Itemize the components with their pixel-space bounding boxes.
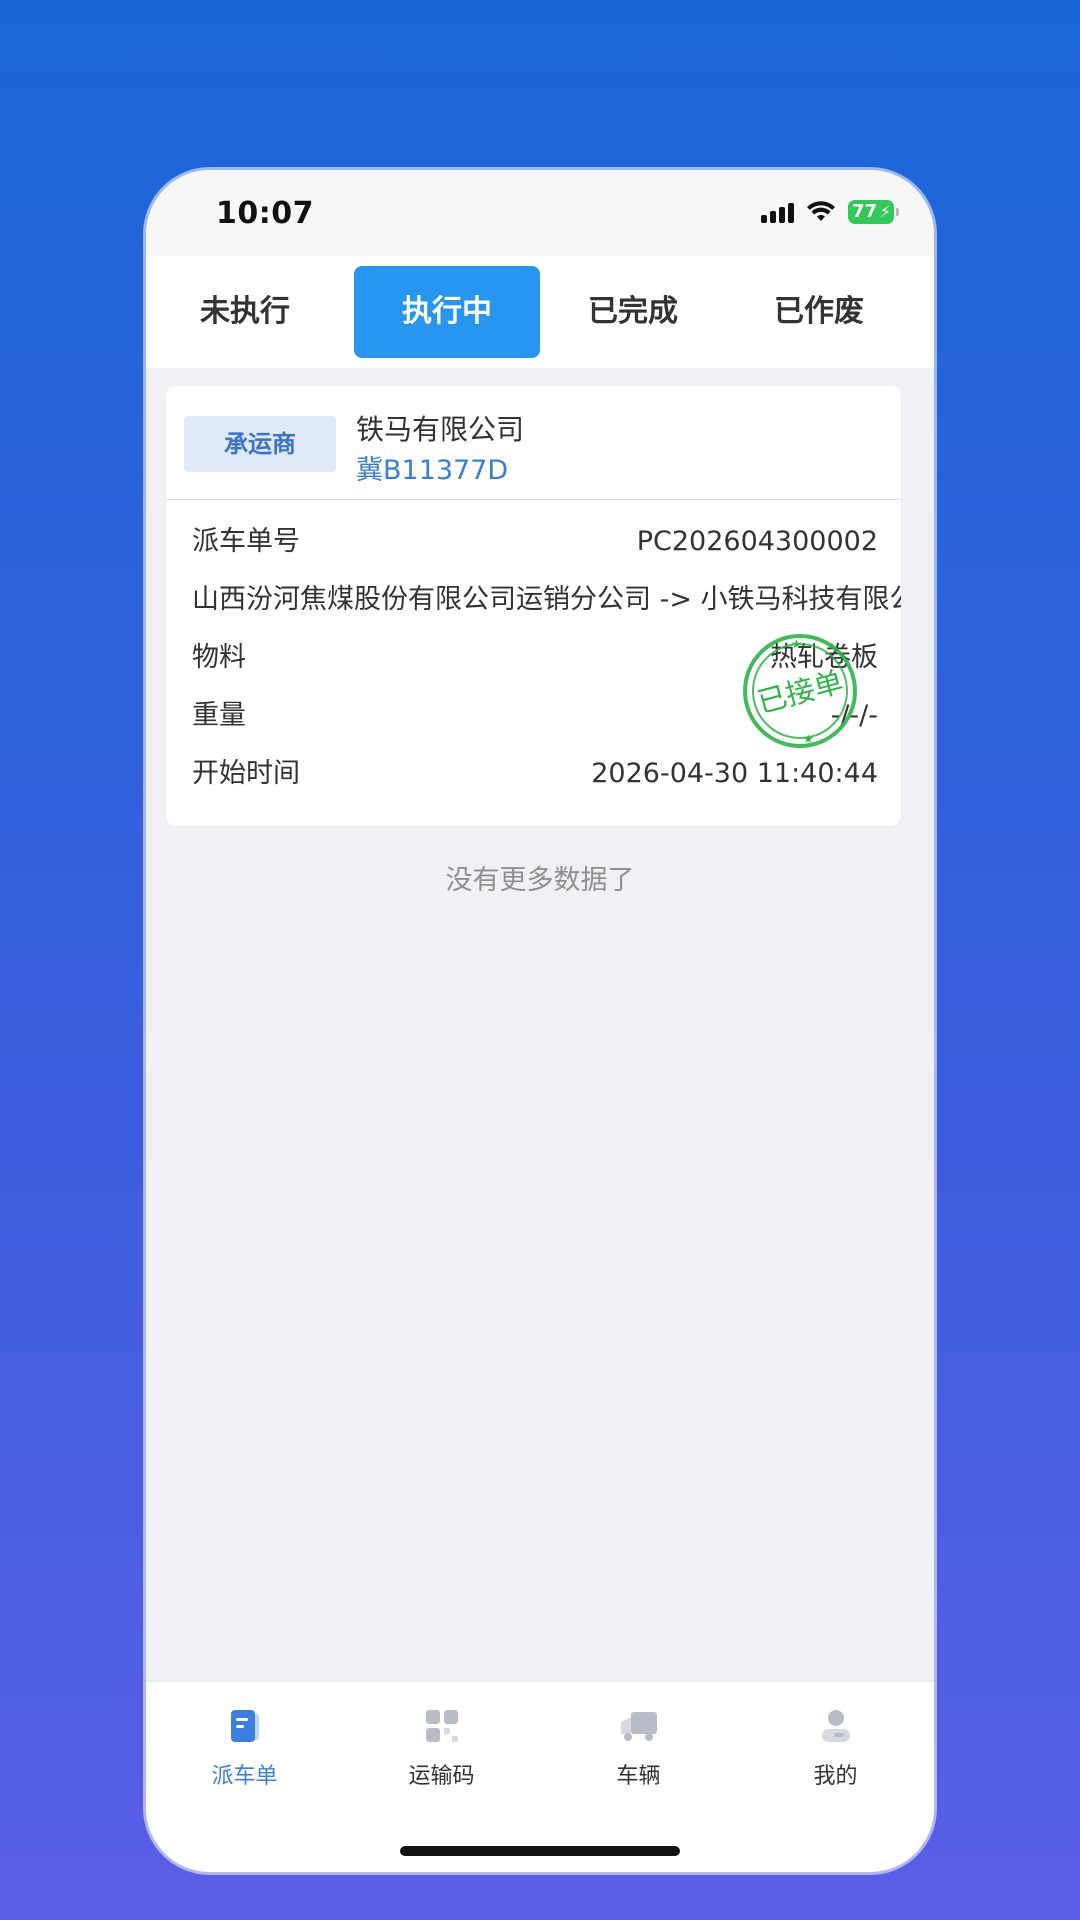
status-bar: 10:07 77 ⚡ <box>146 170 934 256</box>
status-tabs: 未执行 执行中 已完成 已作废 <box>146 256 934 368</box>
nav-vehicle-label: 车辆 <box>616 1764 661 1789</box>
nav-profile-label: 我的 <box>813 1764 858 1789</box>
battery-level: 77 <box>852 201 878 222</box>
weight-label: 重量 <box>192 700 246 731</box>
status-icons: 77 ⚡ <box>761 200 899 224</box>
nav-transport-code-label: 运输码 <box>408 1764 475 1789</box>
charging-bolt-icon: ⚡ <box>879 202 891 221</box>
order-number-value: PC202604300002 <box>636 526 878 557</box>
svg-text:★: ★ <box>791 637 802 651</box>
accepted-stamp-icon: ★ ★ 已接单 <box>743 634 857 748</box>
profile-icon <box>821 1710 850 1742</box>
stamp-text: 已接单 <box>754 664 847 719</box>
tab-in-progress[interactable]: 执行中 <box>354 266 540 358</box>
card-header: 承运商 铁马有限公司 冀B11377D <box>166 386 901 500</box>
dispatch-order-icon <box>230 1710 259 1742</box>
tab-unexecuted[interactable]: 未执行 <box>152 266 338 358</box>
bottom-navigation: 派车单 运输码 车辆 我的 <box>146 1681 934 1872</box>
order-number-label: 派车单号 <box>192 526 300 557</box>
tab-completed[interactable]: 已完成 <box>540 266 726 358</box>
nav-profile[interactable]: 我的 <box>737 1704 934 1790</box>
nav-vehicle[interactable]: 车辆 <box>540 1704 737 1790</box>
nav-dispatch-order-label: 派车单 <box>211 1764 278 1789</box>
home-indicator[interactable] <box>400 1846 680 1856</box>
nav-transport-code[interactable]: 运输码 <box>343 1704 540 1790</box>
start-time-label: 开始时间 <box>192 758 300 789</box>
list-end-text: 没有更多数据了 <box>445 865 635 896</box>
license-plate: 冀B11377D <box>356 455 509 486</box>
carrier-company: 铁马有限公司 <box>356 413 525 446</box>
order-number-row: 派车单号 PC202604300002 <box>192 520 878 564</box>
transport-code-icon <box>425 1710 458 1742</box>
dispatch-order-card[interactable]: 承运商 铁马有限公司 冀B11377D 派车单号 PC202604300002 … <box>166 386 901 826</box>
cellular-signal-icon <box>761 201 794 223</box>
start-time-value: 2026-04-30 11:40:44 <box>591 758 878 789</box>
material-label: 物料 <box>192 642 246 673</box>
status-time: 10:07 <box>216 196 314 231</box>
nav-dispatch-order[interactable]: 派车单 <box>146 1704 343 1790</box>
wifi-icon <box>807 201 835 221</box>
route-text: 山西汾河焦煤股份有限公司运销分公司 -> 小铁马科技有限公司 <box>192 584 901 615</box>
battery-icon: 77 ⚡ <box>848 200 899 224</box>
tab-voided[interactable]: 已作废 <box>726 266 912 358</box>
start-time-row: 开始时间 2026-04-30 11:40:44 <box>192 752 878 796</box>
svg-text:★: ★ <box>803 732 814 746</box>
phone-frame: 10:07 77 ⚡ 未执行 执行中 已完成 已作废 承运商 铁马有限公司 冀B… <box>146 170 934 1872</box>
carrier-badge: 承运商 <box>184 416 336 472</box>
truck-icon <box>620 1712 657 1741</box>
